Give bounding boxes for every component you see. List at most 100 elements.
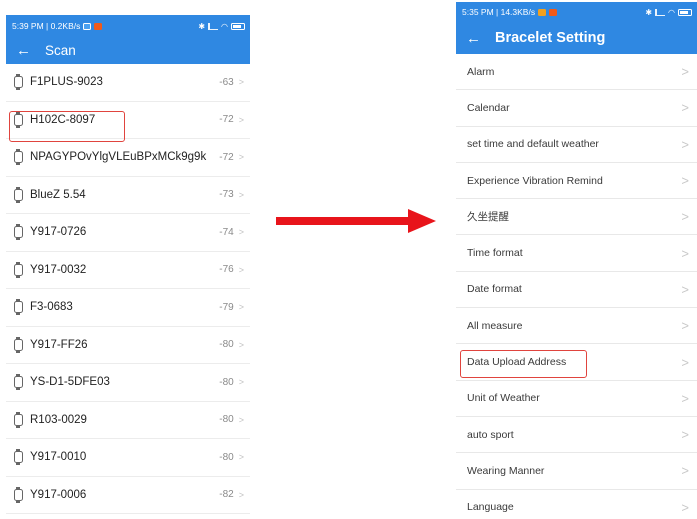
arrow-head xyxy=(408,209,436,233)
setting-item[interactable]: Wearing Manner > xyxy=(456,453,697,490)
bluetooth-icon: ✱ xyxy=(198,21,206,31)
battery-icon xyxy=(231,22,245,30)
device-list-item[interactable]: R103-0029 -80 > xyxy=(6,402,250,439)
chevron-right-icon: > xyxy=(238,152,244,163)
battery-icon xyxy=(678,8,692,16)
device-rssi: -63 xyxy=(219,76,234,88)
device-list-item[interactable]: YS-D1-5DFE03 -80 > xyxy=(6,364,250,402)
bracelet-setting-screen: 5:35 PM | 14.3KB/s ✱ ◠ ← Bracelet Settin… xyxy=(456,2,697,519)
setting-item[interactable]: Alarm > xyxy=(456,54,697,91)
device-rssi: -82 xyxy=(219,489,234,501)
device-name: BlueZ 5.54 xyxy=(30,188,86,201)
setting-item[interactable]: Unit of Weather > xyxy=(456,381,697,417)
setting-item-label: All measure xyxy=(467,319,523,332)
watch-icon xyxy=(14,486,23,503)
device-list-item[interactable]: H102C-8097 -72 > xyxy=(6,102,250,139)
device-list-item[interactable]: F1PLUS-9023 -63 > xyxy=(6,64,250,102)
setting-item[interactable]: auto sport > xyxy=(456,417,697,454)
status-time: 5:35 PM | 14.3KB/s xyxy=(462,7,536,17)
device-list-item[interactable]: Y917-FF26 -80 > xyxy=(6,327,250,364)
app-bar: ← Bracelet Setting xyxy=(456,22,697,54)
device-rssi: -80 xyxy=(219,414,234,426)
arrow-right-icon xyxy=(276,209,436,233)
watch-icon xyxy=(14,449,23,466)
setting-item[interactable]: Experience Vibration Remind > xyxy=(456,163,697,200)
setting-item[interactable]: 久坐提醒 > xyxy=(456,199,697,236)
chevron-right-icon: > xyxy=(238,452,244,463)
watch-icon xyxy=(14,149,23,166)
setting-item-label: auto sport xyxy=(467,428,514,441)
notification-icon xyxy=(538,8,547,16)
chevron-right-icon: > xyxy=(681,390,689,406)
watch-icon xyxy=(14,336,23,353)
bluetooth-icon: ✱ xyxy=(645,7,653,17)
chevron-right-icon: > xyxy=(238,414,244,425)
setting-item-label: set time and default weather xyxy=(467,138,599,151)
chevron-right-icon: > xyxy=(238,189,244,200)
settings-list: Alarm > Calendar > set time and default weat… xyxy=(456,54,697,519)
setting-item[interactable]: set time and default weather > xyxy=(456,127,697,163)
arrow-left-icon[interactable]: ← xyxy=(466,31,481,46)
watch-icon xyxy=(14,186,23,203)
device-list-item[interactable]: BlueZ 5.54 -73 > xyxy=(6,177,250,214)
chevron-right-icon: > xyxy=(681,245,689,261)
device-rssi: -72 xyxy=(219,151,234,163)
setting-item-label: Data Upload Address xyxy=(467,356,567,369)
chevron-right-icon: > xyxy=(238,489,244,500)
device-list-item[interactable]: Y917-0006 -82 > xyxy=(6,477,250,514)
device-rssi: -74 xyxy=(219,226,234,238)
device-rssi: -73 xyxy=(219,189,234,201)
device-rssi: -76 xyxy=(219,264,234,276)
watch-icon xyxy=(14,299,23,316)
setting-item[interactable]: All measure > xyxy=(456,308,697,345)
notification-icon xyxy=(83,22,92,30)
device-name: F3-0683 xyxy=(30,301,73,314)
device-name: Y917-FF26 xyxy=(30,338,88,351)
device-list: F1PLUS-9023 -63 > H102C-8097 -72 > NPAGYPOvYlg… xyxy=(6,64,250,514)
device-list-item[interactable]: NPAGYPOvYlgVLEuBPxMCk9g9k -72 > xyxy=(6,139,250,177)
device-list-item[interactable]: F3-0683 -79 > xyxy=(6,289,250,327)
device-name: H102C-8097 xyxy=(30,113,96,126)
app-notification-icon xyxy=(94,22,103,30)
chevron-right-icon: > xyxy=(681,427,689,443)
device-list-item[interactable]: Y917-0726 -74 > xyxy=(6,214,250,252)
setting-item-label: Alarm xyxy=(467,65,495,78)
watch-icon xyxy=(14,224,23,241)
setting-item-label: Experience Vibration Remind xyxy=(467,174,603,187)
arrow-shaft xyxy=(276,217,412,225)
chevron-right-icon: > xyxy=(681,100,689,116)
setting-item[interactable]: Calendar > xyxy=(456,90,697,127)
setting-item-label: Unit of Weather xyxy=(467,392,540,405)
arrow-left-icon[interactable]: ← xyxy=(16,43,31,58)
device-name: Y917-0726 xyxy=(30,226,87,239)
chevron-right-icon: > xyxy=(681,173,689,189)
setting-item-label: Time format xyxy=(467,247,523,260)
watch-icon xyxy=(14,74,23,91)
device-list-item[interactable]: Y917-0010 -80 > xyxy=(6,439,250,477)
setting-item[interactable]: Date format > xyxy=(456,272,697,309)
watch-icon xyxy=(14,411,23,428)
device-name: YS-D1-5DFE03 xyxy=(30,376,110,389)
status-bar: 5:39 PM | 0.2KB/s ✱ ◠ xyxy=(6,15,250,37)
status-bar: 5:35 PM | 14.3KB/s ✱ ◠ xyxy=(456,2,697,22)
chevron-right-icon: > xyxy=(238,339,244,350)
watch-icon xyxy=(14,111,23,128)
setting-item[interactable]: Data Upload Address > xyxy=(456,344,697,381)
device-list-item[interactable]: Y917-0032 -76 > xyxy=(6,252,250,289)
device-rssi: -79 xyxy=(219,301,234,313)
chevron-right-icon: > xyxy=(681,318,689,334)
watch-icon xyxy=(14,374,23,391)
setting-item[interactable]: Language > xyxy=(456,490,697,519)
device-name: Y917-0010 xyxy=(30,451,87,464)
setting-item[interactable]: Time format > xyxy=(456,235,697,272)
page-title: Bracelet Setting xyxy=(495,30,606,46)
device-rssi: -80 xyxy=(219,339,234,351)
device-name: Y917-0032 xyxy=(30,263,87,276)
setting-item-label: Date format xyxy=(467,283,522,296)
device-rssi: -72 xyxy=(219,114,234,126)
chevron-right-icon: > xyxy=(681,499,689,515)
chevron-right-icon: > xyxy=(238,114,244,125)
chevron-right-icon: > xyxy=(681,281,689,297)
device-name: Y917-0006 xyxy=(30,488,87,501)
setting-item-label: 久坐提醒 xyxy=(467,211,509,224)
